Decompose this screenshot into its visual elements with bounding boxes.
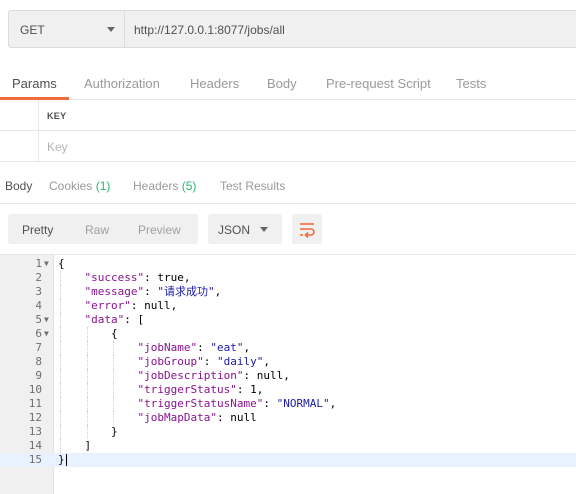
line-number: 4 (35, 299, 42, 312)
key-input[interactable]: Key (47, 140, 68, 154)
line-number: 13 (28, 425, 42, 438)
code-line: 12 "jobMapData": null (0, 411, 576, 425)
view-mode-group: Pretty Raw Preview (8, 214, 198, 244)
line-number: 15 (28, 453, 42, 466)
tab-response-body[interactable]: Body (5, 179, 32, 193)
row-checkbox[interactable] (0, 131, 39, 162)
headers-count: (5) (181, 179, 197, 193)
line-number: 9 (35, 369, 42, 382)
job-description-value: null (256, 369, 284, 382)
format-label: JSON (218, 223, 251, 237)
cookies-count: (1) (95, 179, 111, 193)
response-tabs: Body Cookies (1) Headers (5) Test Result… (0, 170, 576, 204)
code-area: 1 ▼ { 2 "success": true, 3 "message": "请求… (0, 257, 576, 467)
trigger-status-name-value: NORMAL (283, 397, 323, 410)
success-value: true (157, 271, 184, 284)
text-cursor (65, 454, 67, 466)
raw-button[interactable]: Raw (85, 223, 109, 237)
job-group-value: daily (223, 355, 257, 368)
wrap-icon (300, 223, 315, 239)
request-tabs: Params Authorization Headers Body Pre-re… (0, 68, 576, 100)
response-body-editor[interactable]: 1 ▼ { 2 "success": true, 3 "message": "请求… (0, 254, 576, 494)
code-line: 13 } (0, 425, 576, 439)
line-number: 5 (35, 313, 42, 326)
code-line: 14 ] (0, 439, 576, 453)
url-input[interactable]: http://127.0.0.1:8077/jobs/all (124, 10, 576, 48)
trigger-status-value: 1 (250, 383, 257, 396)
cookies-label: Cookies (49, 179, 93, 193)
job-map-data-value: null (230, 411, 257, 424)
tab-response-headers[interactable]: Headers (5) (133, 179, 196, 193)
params-header-row: KEY (0, 100, 576, 131)
tab-test-results[interactable]: Test Results (220, 179, 285, 193)
tab-pre-request-script[interactable]: Pre-request Script (326, 76, 431, 91)
method-label: GET (20, 23, 45, 37)
format-select[interactable]: JSON (208, 214, 282, 244)
tab-tests[interactable]: Tests (456, 76, 486, 91)
fold-arrow-icon[interactable]: ▼ (44, 257, 52, 271)
fold-arrow-icon[interactable]: ▼ (44, 327, 52, 341)
code-line: 9 "jobDescription": null, (0, 369, 576, 383)
code-line-current: 15 } (0, 453, 576, 467)
tab-body[interactable]: Body (267, 76, 297, 91)
code-line: 6 ▼ { (0, 327, 576, 341)
params-table: KEY Key (0, 100, 576, 162)
code-line: 1 ▼ { (0, 257, 576, 271)
code-line: 10 "triggerStatus": 1, (0, 383, 576, 397)
checkbox-column (0, 100, 39, 131)
line-number: 8 (35, 355, 42, 368)
code-line: 7 "jobName": "eat", (0, 341, 576, 355)
line-number: 12 (28, 411, 42, 424)
job-name-value: eat (216, 341, 237, 354)
line-number: 1 (35, 257, 42, 270)
line-number: 6 (35, 327, 42, 340)
headers-label: Headers (133, 179, 179, 193)
code-line: 11 "triggerStatusName": "NORMAL", (0, 397, 576, 411)
code-line: 4 "error": null, (0, 299, 576, 313)
code-line: 3 "message": "请求成功", (0, 285, 576, 299)
code-line: 2 "success": true, (0, 271, 576, 285)
tab-params[interactable]: Params (12, 76, 57, 91)
message-value: 请求成功 (163, 285, 208, 298)
line-number: 3 (35, 285, 42, 298)
wrap-lines-button[interactable] (292, 214, 322, 244)
key-column-header: KEY (47, 111, 67, 121)
line-number: 7 (35, 341, 42, 354)
params-new-row: Key (0, 131, 576, 162)
tab-cookies[interactable]: Cookies (1) (49, 179, 110, 193)
method-select[interactable]: GET (8, 10, 124, 48)
response-view-toolbar: Pretty Raw Preview JSON (0, 212, 576, 246)
line-number: 10 (28, 383, 42, 396)
error-value: null (144, 299, 171, 312)
url-text: http://127.0.0.1:8077/jobs/all (134, 23, 285, 37)
fold-arrow-icon[interactable]: ▼ (44, 313, 52, 327)
pretty-button[interactable]: Pretty (22, 223, 53, 237)
code-line: 5 ▼ "data": [ (0, 313, 576, 327)
tab-authorization[interactable]: Authorization (84, 76, 160, 91)
line-number: 2 (35, 271, 42, 284)
line-number: 14 (28, 439, 42, 452)
code-line: 8 "jobGroup": "daily", (0, 355, 576, 369)
line-number: 11 (28, 397, 42, 410)
tab-headers[interactable]: Headers (190, 76, 239, 91)
request-bar: GET http://127.0.0.1:8077/jobs/all (0, 0, 576, 58)
chevron-down-icon (107, 27, 115, 32)
chevron-down-icon (260, 227, 268, 232)
preview-button[interactable]: Preview (138, 223, 181, 237)
